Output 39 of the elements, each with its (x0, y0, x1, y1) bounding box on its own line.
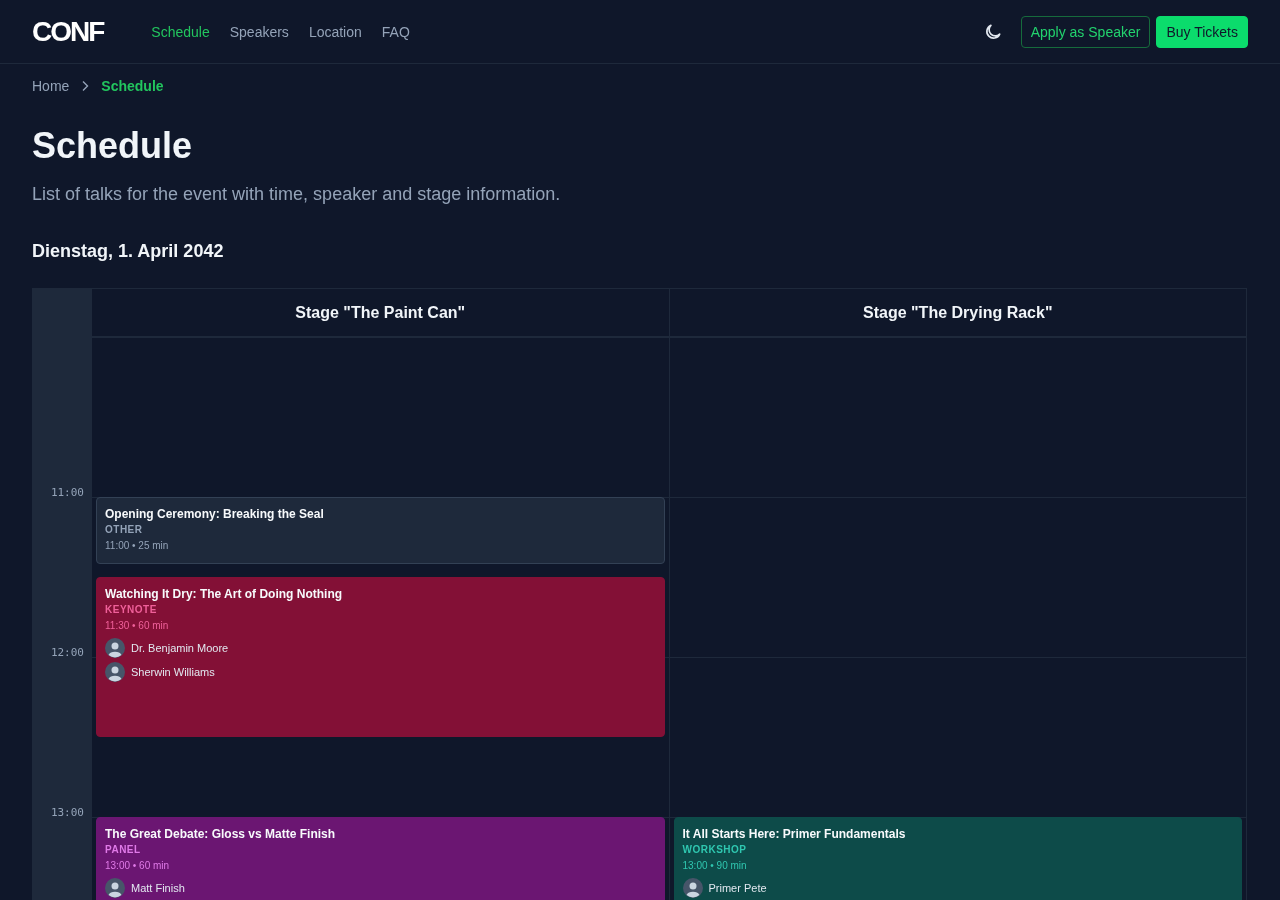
nav-link[interactable]: Location (308, 23, 362, 40)
logo[interactable]: CONF (32, 15, 104, 48)
breadcrumb-link[interactable]: Schedule (101, 78, 164, 94)
session-time: 11:00 • 25 min (105, 539, 170, 553)
nav-link[interactable]: Schedule (151, 23, 210, 40)
day-heading: Dienstag, 1. April 2042 (32, 241, 225, 262)
page-subtitle: List of talks for the event with time, speaker and stage information. (32, 184, 562, 205)
session-category: PANEL (105, 843, 142, 857)
breadcrumb-link[interactable]: Home (32, 78, 70, 94)
avatar-icon (105, 638, 125, 658)
nav-link[interactable]: Speakers (229, 23, 289, 40)
session-time: 11:30 • 60 min (105, 619, 170, 633)
tickets-button[interactable]: Buy Tickets (1156, 15, 1248, 48)
session-card[interactable]: It All Starts Here: Primer Fundamentals WORKSHOP 13:00 • 90 min Primer Pete (673, 817, 1242, 900)
page-title: Schedule (32, 124, 194, 168)
session-title: Opening Ceremony: Breaking the Seal (105, 506, 325, 522)
session-category: OTHER (105, 523, 144, 537)
speaker-name[interactable]: Dr. Benjamin Moore (131, 642, 229, 654)
session-time: 13:00 • 90 min (682, 859, 748, 873)
session-title: Watching It Dry: The Art of Doing Nothing (105, 586, 344, 602)
time-label: 12:00 (50, 646, 84, 659)
session-title: The Great Debate: Gloss vs Matte Finish (105, 826, 337, 842)
session-card[interactable]: Watching It Dry: The Art of Doing Nothing KEYNOTE 11:30 • 60 min Dr. Benjamin Moore Sherwin Williams (96, 577, 665, 737)
avatar-icon (105, 878, 125, 898)
time-label: 13:00 (50, 806, 84, 819)
time-label: 11:00 (50, 486, 84, 499)
speaker-name[interactable]: Matt Finish (131, 882, 185, 894)
session-card[interactable]: The Great Debate: Gloss vs Matte Finish PANEL 13:00 • 60 min Matt Finish (96, 817, 665, 900)
session-card[interactable]: Opening Ceremony: Breaking the Seal OTHER 11:00 • 25 min (96, 497, 665, 564)
session-category: WORKSHOP (682, 843, 748, 857)
apply-button[interactable]: Apply as Speaker (1020, 15, 1151, 48)
session-title: It All Starts Here: Primer Fundamentals (682, 826, 907, 842)
nav-link[interactable]: FAQ (381, 23, 410, 40)
avatar-icon (682, 878, 703, 898)
speaker-name[interactable]: Primer Pete (708, 882, 767, 894)
session-time: 13:00 • 60 min (105, 859, 171, 873)
speaker-name[interactable]: Sherwin Williams (131, 666, 215, 678)
avatar-icon (105, 662, 125, 682)
session-category: KEYNOTE (105, 603, 158, 617)
